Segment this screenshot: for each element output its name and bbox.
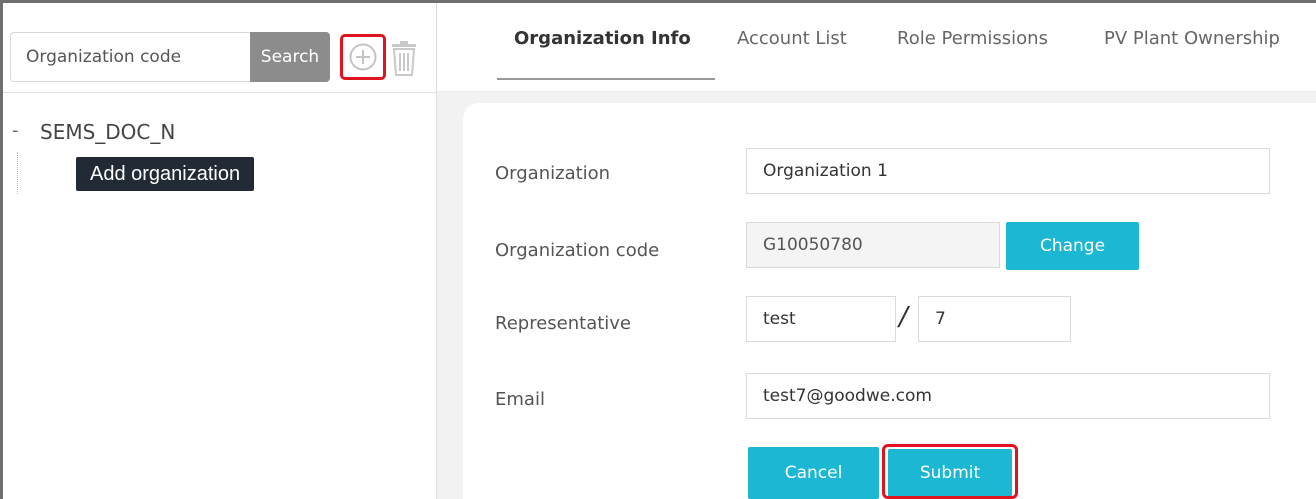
search-button[interactable]: Search (250, 32, 330, 82)
organization-code-field: G10050780 (746, 222, 1000, 268)
plus-circle-icon (349, 43, 377, 71)
submit-highlight-outline (882, 444, 1018, 499)
organization-label: Organization (495, 163, 611, 184)
email-label: Email (495, 389, 545, 410)
cancel-button[interactable]: Cancel (748, 447, 879, 499)
tree-guide-line (17, 152, 18, 194)
tree-node-add-organization[interactable]: Add organization (76, 157, 255, 191)
tree-node-root[interactable]: SEMS_DOC_N (40, 120, 175, 144)
organization-code-search-input[interactable] (10, 32, 250, 82)
add-organization-button[interactable] (340, 34, 386, 80)
tab-role-permissions[interactable]: Role Permissions (897, 28, 1048, 49)
representative-label: Representative (495, 313, 632, 334)
trash-icon (392, 41, 416, 76)
organization-name-input[interactable]: Organization 1 (746, 148, 1270, 194)
organization-code-label: Organization code (495, 240, 660, 261)
tab-account-list[interactable]: Account List (737, 28, 847, 49)
change-code-button[interactable]: Change (1006, 222, 1139, 270)
tab-organization-info[interactable]: Organization Info (514, 28, 691, 49)
representative-separator: / (899, 302, 908, 332)
tab-pv-plant-ownership[interactable]: PV Plant Ownership (1104, 28, 1280, 49)
representative-name-input[interactable]: test (746, 296, 896, 342)
delete-organization-button[interactable] (390, 38, 418, 78)
search-row-divider (3, 92, 436, 93)
representative-number-input[interactable]: 7 (918, 296, 1071, 342)
email-input[interactable]: test7@goodwe.com (746, 373, 1270, 419)
tree-collapse-toggle[interactable]: - (12, 120, 19, 141)
active-tab-indicator (497, 78, 715, 80)
